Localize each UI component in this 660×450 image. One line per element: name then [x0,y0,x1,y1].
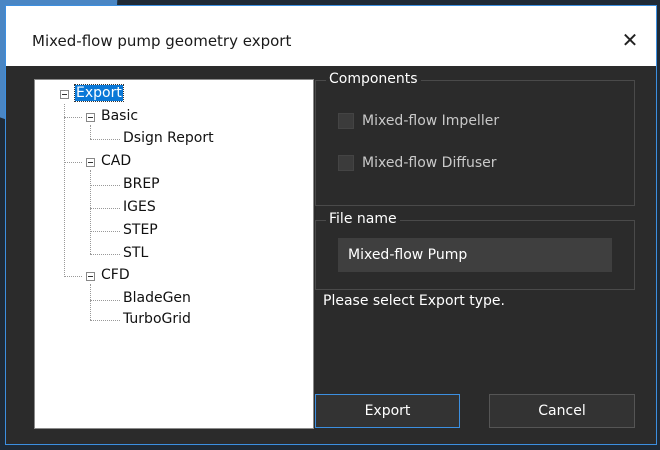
diffuser-checkbox[interactable] [338,155,354,171]
tree-node-design-report[interactable]: Dsign Report [123,130,214,146]
tree-node-bladegen[interactable]: BladeGen [123,290,191,306]
impeller-option[interactable]: Mixed-flow Impeller [338,113,499,129]
close-icon[interactable]: ✕ [616,26,644,54]
tree-line [90,254,120,255]
tree-line [90,170,91,254]
collapse-icon[interactable] [86,113,95,122]
tree-line [90,284,91,320]
tree-node-cad[interactable]: CAD [101,153,131,169]
tree-line [90,300,120,301]
impeller-label: Mixed-flow Impeller [362,113,500,129]
filename-input[interactable]: Mixed-flow Pump [338,238,612,272]
tree-node-brep[interactable]: BREP [123,176,160,192]
tree-line [90,125,91,139]
tree-line [90,185,120,186]
tree-node-export[interactable]: Export [74,84,124,102]
impeller-checkbox[interactable] [338,113,354,129]
tree-line [90,231,120,232]
tree-line [64,117,82,118]
tree-node-cfd[interactable]: CFD [101,267,130,283]
title-bar[interactable]: Mixed-flow pump geometry export ✕ [6,6,656,66]
filename-group-title: File name [326,211,400,227]
collapse-icon[interactable] [86,158,95,167]
components-group: Components Mixed-flow Impeller Mixed-flo… [315,71,635,206]
tree-line [90,320,120,321]
diffuser-label: Mixed-flow Diffuser [362,155,497,171]
dialog-body: Export Basic Dsign Report CAD BREP IGES … [6,66,656,444]
filename-group: File name Mixed-flow Pump [315,211,635,290]
tree-node-basic[interactable]: Basic [101,108,138,124]
cancel-button[interactable]: Cancel [489,394,635,428]
components-group-title: Components [326,71,421,87]
collapse-icon[interactable] [60,90,69,99]
diffuser-option[interactable]: Mixed-flow Diffuser [338,155,497,171]
export-button[interactable]: Export [315,394,460,428]
tree-line [64,276,82,277]
tree-line [64,162,82,163]
tree-node-iges[interactable]: IGES [123,199,156,215]
collapse-icon[interactable] [86,272,95,281]
tree-node-step[interactable]: STEP [123,222,158,238]
tree-line [90,208,120,209]
dialog-title: Mixed-flow pump geometry export [32,32,292,50]
tree-node-stl[interactable]: STL [123,245,148,261]
tree-node-turbogrid[interactable]: TurboGrid [123,311,191,327]
export-dialog: Mixed-flow pump geometry export ✕ Export… [5,5,657,445]
tree-line [64,104,65,277]
tree-line [90,139,120,140]
status-message: Please select Export type. [323,293,505,309]
export-type-tree[interactable]: Export Basic Dsign Report CAD BREP IGES … [34,79,314,429]
